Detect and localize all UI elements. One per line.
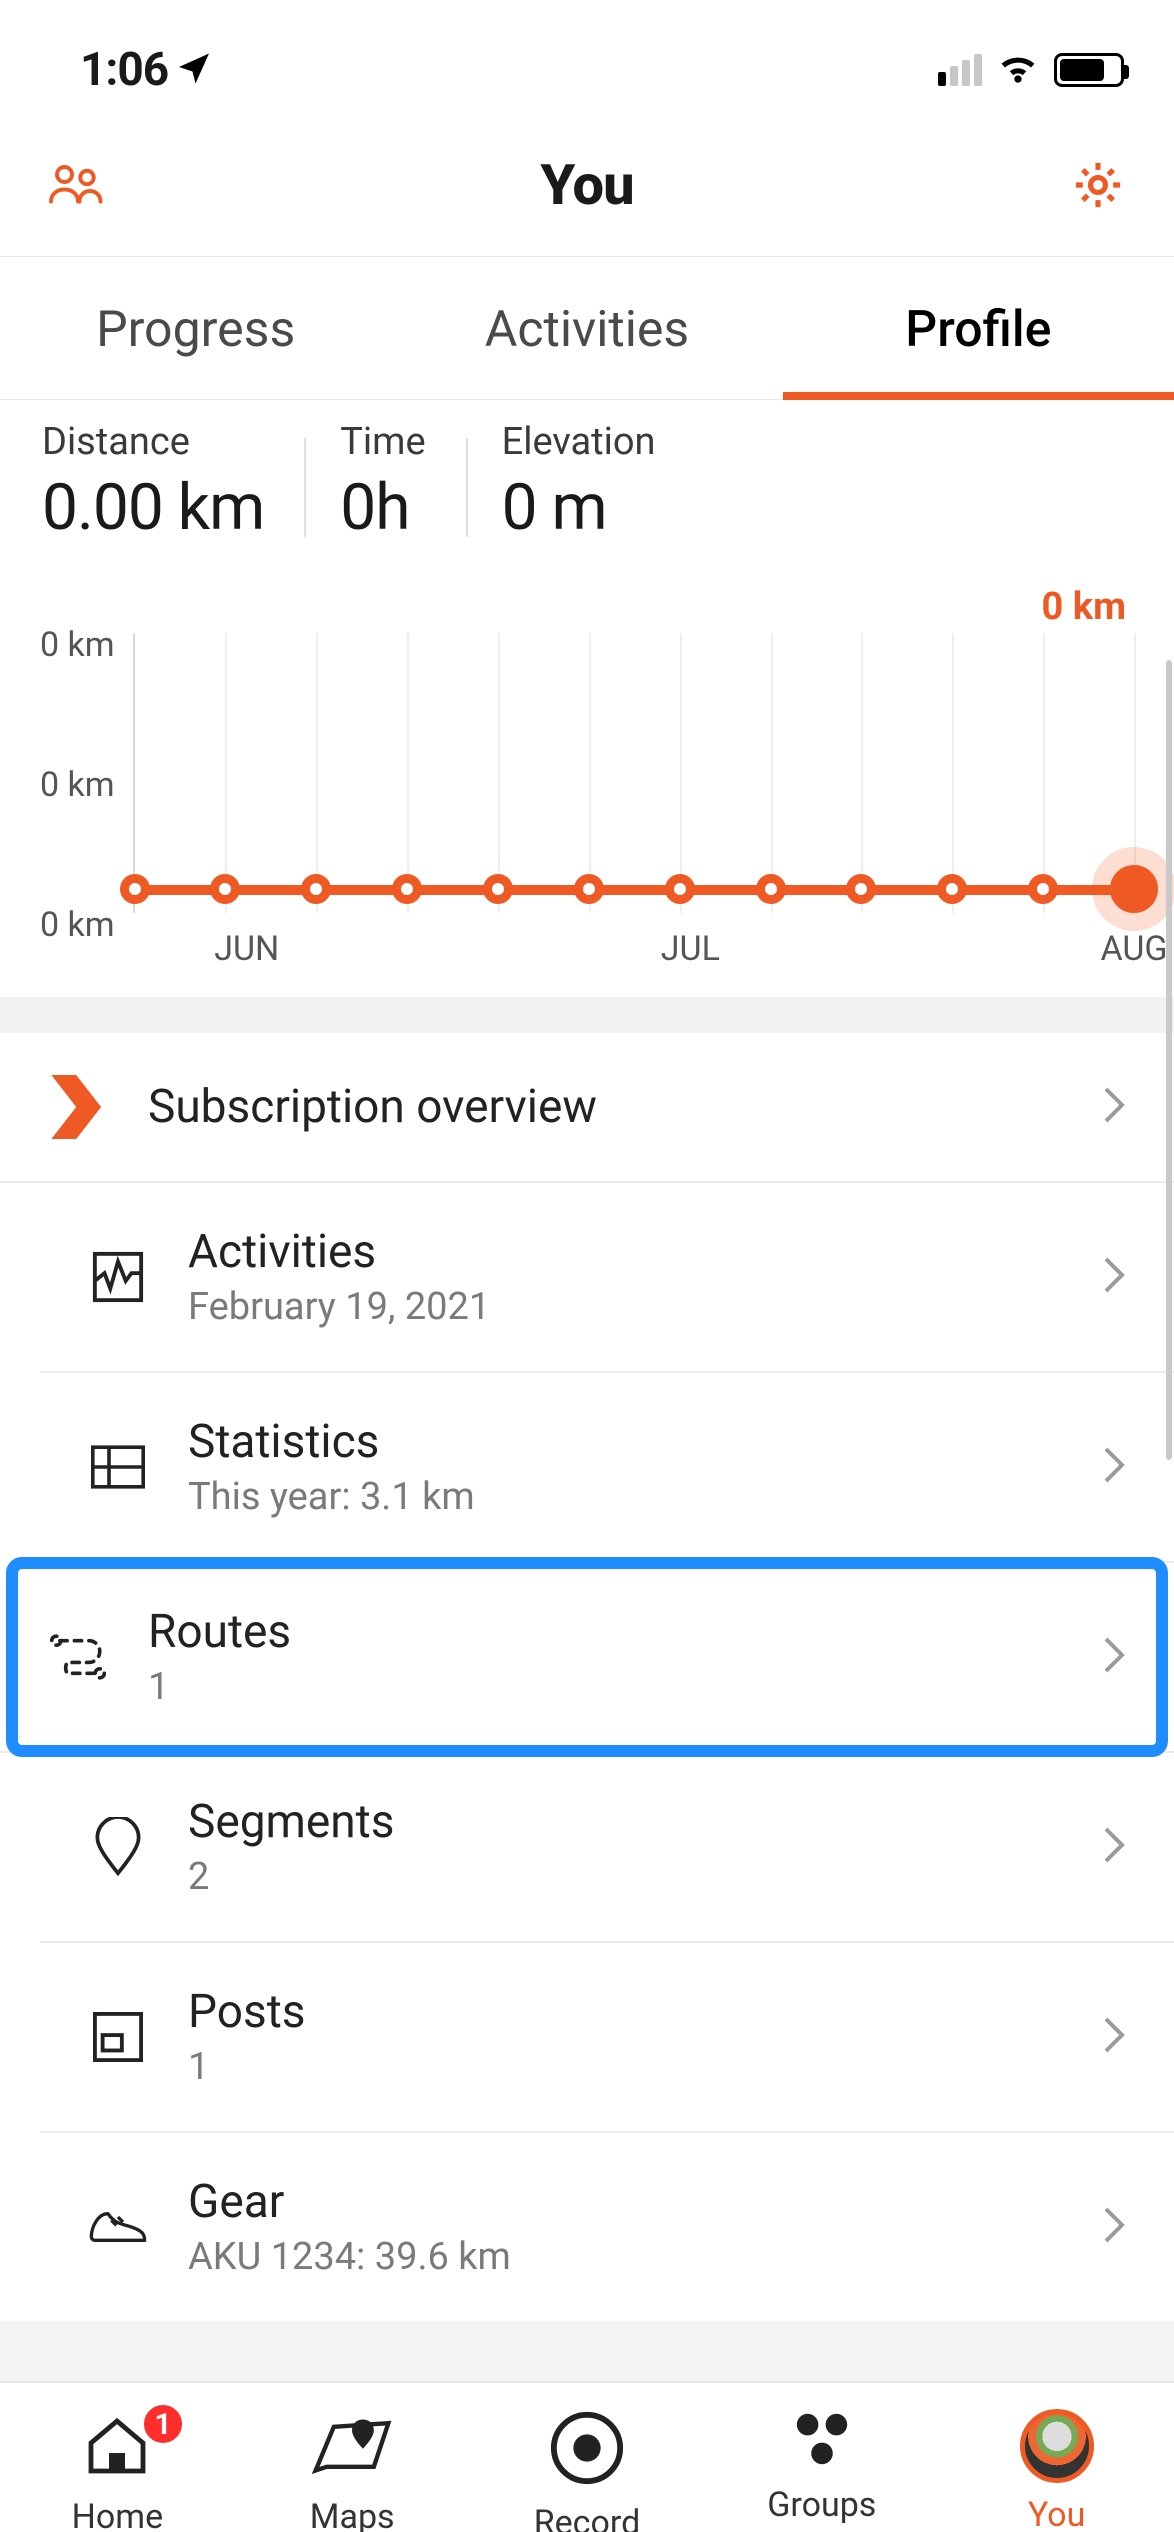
menu-routes[interactable]: Routes 1	[0, 1563, 1174, 1753]
chart-y-axis: 0 km 0 km 0 km	[40, 633, 133, 913]
menu-posts-subtitle: 1	[188, 2045, 1062, 2089]
page-title: You	[540, 152, 633, 218]
settings-gear-icon[interactable]	[1070, 157, 1126, 213]
wifi-icon	[996, 46, 1040, 94]
chevron-right-icon	[1102, 1255, 1126, 1299]
menu-subscription[interactable]: Subscription overview	[0, 1033, 1174, 1183]
bottom-tab-bar: Home 1 Maps Record Groups You	[0, 2381, 1174, 2532]
tab-groups-label: Groups	[767, 2485, 876, 2525]
record-icon	[548, 2409, 626, 2491]
menu-subscription-title: Subscription overview	[148, 1080, 1062, 1134]
chart-x-axis: JUNJULAUG	[158, 929, 1134, 969]
table-icon	[88, 1445, 148, 1489]
profile-tabs: Progress Activities Profile	[0, 257, 1174, 400]
pin-outline-icon	[88, 1817, 148, 1877]
divider	[0, 997, 1174, 1033]
tab-progress[interactable]: Progress	[0, 257, 391, 399]
home-badge: 1	[140, 2401, 186, 2447]
summary-stats: Distance 0.00 km Time 0h Elevation 0 m	[0, 400, 1174, 585]
menu-statistics-title: Statistics	[188, 1415, 1062, 1469]
menu-activities[interactable]: Activities February 19, 2021	[40, 1183, 1174, 1373]
menu-posts[interactable]: Posts 1	[40, 1943, 1174, 2133]
chevron-right-icon	[1102, 1085, 1126, 1129]
tab-activities[interactable]: Activities	[391, 257, 782, 399]
menu-statistics-subtitle: This year: 3.1 km	[188, 1475, 1062, 1519]
chevron-right-icon	[1102, 1635, 1126, 1679]
menu-routes-subtitle: 1	[148, 1665, 1062, 1709]
menu-posts-title: Posts	[188, 1985, 1062, 2039]
tab-you-label: You	[1028, 2495, 1085, 2532]
menu-statistics[interactable]: Statistics This year: 3.1 km	[40, 1373, 1174, 1563]
tab-you[interactable]: You	[939, 2409, 1174, 2532]
cellular-signal-icon	[938, 54, 982, 86]
scroll-indicator[interactable]	[1166, 660, 1172, 1460]
route-icon	[48, 1633, 108, 1681]
menu-segments-subtitle: 2	[188, 1855, 1062, 1899]
tab-maps-label: Maps	[310, 2497, 395, 2532]
stat-time: Time 0h	[340, 420, 465, 545]
stat-distance-value: 0.00 km	[42, 470, 264, 545]
stat-time-value: 0h	[340, 470, 425, 545]
menu-gear-subtitle: AKU 1234: 39.6 km	[188, 2235, 1062, 2279]
chart-plot-area	[133, 633, 1134, 913]
tab-groups[interactable]: Groups	[704, 2409, 939, 2532]
groups-icon	[786, 2409, 858, 2473]
chevron-right-icon	[1102, 1825, 1126, 1869]
tab-home-label: Home	[72, 2497, 164, 2532]
tab-maps[interactable]: Maps	[235, 2409, 470, 2532]
chevron-right-icon	[1102, 2205, 1126, 2249]
chart-current-label: 0 km	[40, 585, 1134, 629]
subscription-chevron-icon	[48, 1075, 108, 1139]
chevron-right-icon	[1102, 1445, 1126, 1489]
shoe-icon	[88, 2206, 148, 2248]
stat-elevation: Elevation 0 m	[502, 420, 696, 545]
maps-icon	[312, 2409, 392, 2485]
friends-icon[interactable]	[48, 161, 108, 209]
tab-profile[interactable]: Profile	[783, 257, 1174, 399]
menu-routes-title: Routes	[148, 1605, 1062, 1659]
battery-icon	[1054, 53, 1124, 87]
status-bar: 1:06	[0, 0, 1174, 110]
menu-activities-title: Activities	[188, 1225, 1062, 1279]
stat-distance-label: Distance	[42, 420, 264, 464]
location-arrow-icon	[176, 43, 212, 97]
tab-record-label: Record	[534, 2503, 641, 2532]
tab-record[interactable]: Record	[470, 2409, 705, 2532]
avatar-icon	[1020, 2409, 1094, 2483]
posts-icon	[88, 2012, 148, 2062]
distance-chart[interactable]: 0 km 0 km 0 km 0 km JUNJULAUG	[0, 585, 1174, 969]
tab-home[interactable]: Home	[0, 2409, 235, 2532]
menu-activities-subtitle: February 19, 2021	[188, 1285, 1062, 1329]
menu-segments-title: Segments	[188, 1795, 1062, 1849]
status-time: 1:06	[80, 43, 168, 97]
stat-elevation-label: Elevation	[502, 420, 656, 464]
stat-distance: Distance 0.00 km	[42, 420, 304, 545]
divider	[0, 2321, 1174, 2381]
chevron-right-icon	[1102, 2015, 1126, 2059]
profile-menu: Subscription overview Activities Februar…	[0, 1033, 1174, 2321]
stat-time-label: Time	[340, 420, 425, 464]
app-header: You	[0, 110, 1174, 257]
menu-gear-title: Gear	[188, 2175, 1062, 2229]
menu-gear[interactable]: Gear AKU 1234: 39.6 km	[40, 2133, 1174, 2321]
stat-elevation-value: 0 m	[502, 470, 656, 545]
menu-segments[interactable]: Segments 2	[40, 1753, 1174, 1943]
heart-rate-icon	[88, 1250, 148, 1304]
